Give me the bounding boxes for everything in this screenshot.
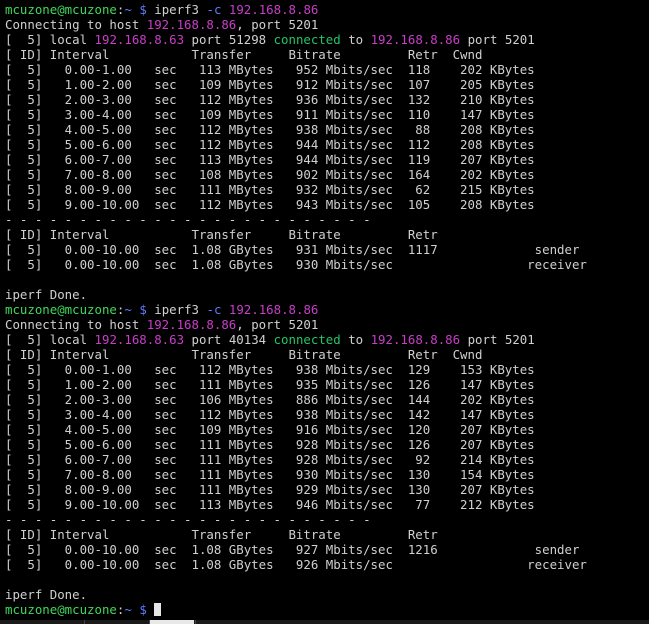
connecting-prefix: Connecting to host	[5, 317, 147, 332]
local-port: port 40134	[184, 332, 274, 347]
output-line: [ ID] Interval Transfer Bitrate Retr	[5, 527, 438, 542]
host-ip: 192.168.8.86	[146, 17, 237, 32]
shell-prompt-line: mcuzone@mcuzone:~ $ iperf3 -c 192.168.8.…	[5, 2, 319, 17]
prompt-user: mcuzone@mcuzone	[5, 302, 117, 317]
local-prefix: [ 5] local	[5, 32, 95, 47]
local-connection-line: [ 5] local 192.168.8.63 port 40134 conne…	[5, 332, 649, 347]
output-line: iperf Done.	[5, 287, 88, 302]
output-line: [ 5] 4.00-5.00 sec 109 MBytes 916 Mbits/…	[5, 422, 535, 437]
connecting-line: Connecting to host 192.168.8.86, port 52…	[5, 317, 649, 332]
output-line: [ 5] 0.00-10.00 sec 1.08 GBytes 926 Mbit…	[5, 557, 587, 572]
remote-port: port 5201	[460, 332, 535, 347]
output-line: [ ID] Interval Transfer Bitrate Retr	[5, 227, 438, 242]
output-line: [ 5] 8.00-9.00 sec 111 MBytes 929 Mbits/…	[5, 482, 535, 497]
prompt-symbol: $	[139, 302, 147, 317]
connected-word: connected	[273, 32, 341, 47]
status-segment	[0, 620, 85, 624]
to-word: to	[340, 32, 371, 47]
command-arg: 192.168.8.86	[228, 2, 319, 17]
remote-ip: 192.168.8.86	[370, 332, 461, 347]
output-line: [ 5] 0.00-10.00 sec 1.08 GBytes 931 Mbit…	[5, 242, 580, 257]
output-line: [ 5] 2.00-3.00 sec 112 MBytes 936 Mbits/…	[5, 92, 535, 107]
output-line: [ 5] 9.00-10.00 sec 112 MBytes 943 Mbits…	[5, 197, 535, 212]
connected-word: connected	[273, 332, 341, 347]
bottom-status-strip	[0, 620, 649, 624]
output-line: [ 5] 7.00-8.00 sec 111 MBytes 930 Mbits/…	[5, 467, 535, 482]
output-line: iperf Done.	[5, 587, 88, 602]
output-line: [ ID] Interval Transfer Bitrate Retr Cwn…	[5, 347, 483, 362]
connecting-suffix: , port 5201	[236, 317, 319, 332]
output-line: [ 5] 7.00-8.00 sec 108 MBytes 902 Mbits/…	[5, 167, 535, 182]
output-line: [ 5] 0.00-10.00 sec 1.08 GBytes 930 Mbit…	[5, 257, 587, 272]
status-segment	[195, 620, 649, 624]
local-prefix: [ 5] local	[5, 332, 95, 347]
command-flag: -c	[206, 302, 222, 317]
host-ip: 192.168.8.86	[146, 317, 237, 332]
output-line: [ 5] 3.00-4.00 sec 112 MBytes 938 Mbits/…	[5, 407, 535, 422]
shell-prompt-line: mcuzone@mcuzone:~ $ iperf3 -c 192.168.8.…	[5, 302, 319, 317]
output-line: [ 5] 6.00-7.00 sec 111 MBytes 928 Mbits/…	[5, 452, 535, 467]
status-segment	[85, 620, 150, 624]
local-port: port 51298	[184, 32, 274, 47]
output-line: - - - - - - - - - - - - - - - - - - - - …	[5, 212, 371, 227]
prompt-path: ~	[124, 302, 132, 317]
output-line: [ 5] 5.00-6.00 sec 112 MBytes 944 Mbits/…	[5, 137, 535, 152]
output-line: [ 5] 9.00-10.00 sec 113 MBytes 946 Mbits…	[5, 497, 535, 512]
status-segment-active	[150, 620, 194, 624]
output-line: [ 5] 8.00-9.00 sec 111 MBytes 932 Mbits/…	[5, 182, 535, 197]
output-line: [ 5] 2.00-3.00 sec 106 MBytes 886 Mbits/…	[5, 392, 535, 407]
prompt-symbol: $	[139, 602, 147, 617]
connecting-suffix: , port 5201	[236, 17, 319, 32]
terminal-output[interactable]: mcuzone@mcuzone:~ $ iperf3 -c 192.168.8.…	[5, 2, 649, 620]
output-line: [ 5] 0.00-1.00 sec 112 MBytes 938 Mbits/…	[5, 362, 535, 377]
output-line: [ 5] 0.00-1.00 sec 113 MBytes 952 Mbits/…	[5, 62, 535, 77]
remote-port: port 5201	[460, 32, 535, 47]
command-name: iperf3	[154, 302, 200, 317]
shell-prompt-line: mcuzone@mcuzone:~ $	[5, 602, 649, 617]
output-line: [ 5] 3.00-4.00 sec 109 MBytes 911 Mbits/…	[5, 107, 535, 122]
output-line: [ 5] 0.00-10.00 sec 1.08 GBytes 927 Mbit…	[5, 542, 580, 557]
connecting-line: Connecting to host 192.168.8.86, port 52…	[5, 17, 649, 32]
local-connection-line: [ 5] local 192.168.8.63 port 51298 conne…	[5, 32, 649, 47]
local-ip: 192.168.8.63	[94, 32, 185, 47]
prompt-path: ~	[124, 2, 132, 17]
command-flag: -c	[206, 2, 222, 17]
prompt-user: mcuzone@mcuzone	[5, 602, 117, 617]
prompt-path: ~	[124, 602, 132, 617]
remote-ip: 192.168.8.86	[370, 32, 461, 47]
output-line: [ 5] 1.00-2.00 sec 111 MBytes 935 Mbits/…	[5, 377, 535, 392]
output-line: - - - - - - - - - - - - - - - - - - - - …	[5, 512, 371, 527]
output-line: [ 5] 5.00-6.00 sec 111 MBytes 928 Mbits/…	[5, 437, 535, 452]
to-word: to	[340, 332, 371, 347]
command-name: iperf3	[154, 2, 200, 17]
connecting-prefix: Connecting to host	[5, 17, 147, 32]
output-line: [ 5] 6.00-7.00 sec 113 MBytes 944 Mbits/…	[5, 152, 535, 167]
output-line: [ 5] 4.00-5.00 sec 112 MBytes 938 Mbits/…	[5, 122, 535, 137]
cursor-icon	[154, 603, 162, 616]
local-ip: 192.168.8.63	[94, 332, 185, 347]
prompt-user: mcuzone@mcuzone	[5, 2, 117, 17]
output-line: [ ID] Interval Transfer Bitrate Retr Cwn…	[5, 47, 483, 62]
command-arg: 192.168.8.86	[228, 302, 319, 317]
output-line: [ 5] 1.00-2.00 sec 109 MBytes 912 Mbits/…	[5, 77, 535, 92]
prompt-symbol: $	[139, 2, 147, 17]
